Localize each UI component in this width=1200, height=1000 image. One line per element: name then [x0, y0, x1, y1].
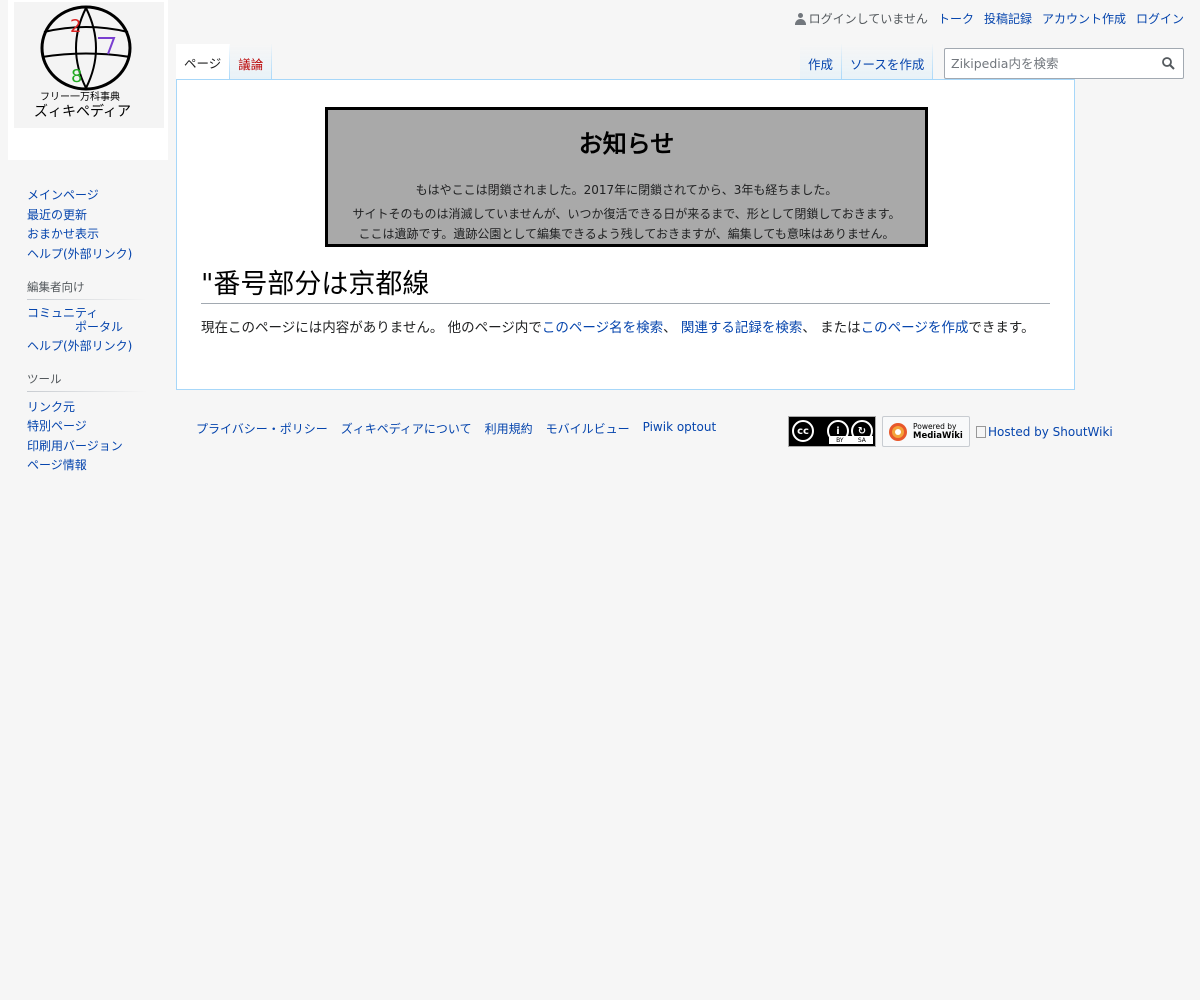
tab-create-source-label: ソースを作成: [850, 57, 925, 72]
footer-icons: cc i ↻ BY SA Powered by MediaWiki Hosted…: [788, 416, 1113, 447]
personal-tools: ログインしていません トーク 投稿記録 アカウント作成 ログイン: [794, 10, 1184, 27]
sidebar-navigation: メインページ 最近の更新 おまかせ表示 ヘルプ(外部リンク): [27, 186, 147, 264]
contributions-link[interactable]: 投稿記録: [984, 10, 1032, 27]
tab-talk[interactable]: 議論: [230, 44, 273, 80]
notice-box: お知らせ もはやここは閉鎖されました。2017年に閉鎖されてから、3年も経ちまし…: [325, 107, 928, 247]
body-text-1: 現在このページには内容がありません。 他のページ内で: [201, 320, 542, 336]
anon-label: ログインしていません: [808, 12, 928, 26]
sidebar-item-recent-changes[interactable]: 最近の更新: [27, 208, 87, 222]
sidebar-item-help[interactable]: ヘルプ(外部リンク): [27, 247, 132, 261]
talk-link[interactable]: トーク: [938, 10, 974, 27]
logo-subtitle-large: ズィキペディア: [34, 103, 131, 120]
content-area: お知らせ もはやここは閉鎖されました。2017年に閉鎖されてから、3年も経ちまし…: [176, 79, 1075, 390]
sidebar-editors-heading: 編集者向け: [27, 278, 147, 300]
sidebar-tools: ツール リンク元 特別ページ 印刷用バージョン ページ情報: [27, 370, 147, 476]
mediawiki-line2: MediaWiki: [913, 431, 963, 441]
no-content-message: 現在このページには内容がありません。 他のページ内でこのページ名を検索、 関連す…: [201, 317, 1050, 339]
namespace-tabs: ページ 議論: [176, 44, 273, 80]
footer-mobile-view-link[interactable]: モバイルビュー: [546, 420, 630, 437]
sidebar-item-random[interactable]: おまかせ表示: [27, 227, 99, 241]
sidebar-item-help-external[interactable]: ヘルプ(外部リンク): [27, 339, 132, 353]
tab-create-label: 作成: [808, 57, 834, 72]
sidebar-item-page-info[interactable]: ページ情報: [27, 458, 87, 472]
sidebar-item-main-page[interactable]: メインページ: [27, 188, 99, 202]
hosted-label: Hosted by ShoutWiki: [988, 424, 1113, 439]
footer-piwik-optout-link[interactable]: Piwik optout: [643, 420, 717, 437]
page-title: "番号部分は京都線: [201, 262, 1050, 304]
sidebar-editors: 編集者向け コミュニティ ポータル ヘルプ(外部リンク): [27, 278, 147, 356]
create-page-link[interactable]: このページを作成: [861, 320, 969, 336]
sidebar-tools-heading: ツール: [27, 370, 147, 392]
search-box: [944, 48, 1184, 79]
cc-by-label: BY: [836, 436, 844, 444]
logo-subtitle-small: フリー一万科事典: [40, 90, 120, 103]
body-text-3: 、 または: [802, 320, 861, 336]
notice-line-2: サイトそのものは消滅していませんが、いつか復活できる日が来るまで、形として閉鎖し…: [352, 207, 901, 221]
mediawiki-flower-icon: [889, 422, 907, 441]
portal-label: ポータル: [75, 319, 124, 334]
sidebar-item-what-links-here[interactable]: リンク元: [27, 400, 75, 414]
mediawiki-line1: Powered by: [913, 422, 957, 431]
cc-sa-label: SA: [857, 436, 866, 444]
view-tabs: 作成 ソースを作成: [800, 44, 934, 80]
tab-create-source[interactable]: ソースを作成: [842, 44, 934, 80]
hosted-by-shoutwiki-link[interactable]: Hosted by ShoutWiki: [976, 425, 1113, 439]
create-account-link[interactable]: アカウント作成: [1042, 10, 1126, 27]
body-text-4: できます。: [968, 320, 1035, 336]
powered-by-mediawiki-badge[interactable]: Powered by MediaWiki: [882, 416, 970, 447]
search-page-name-link[interactable]: このページ名を検索: [542, 320, 663, 336]
footer-places: プライバシー・ポリシー ズィキペディアについて 利用規約 モバイルビュー Piw…: [196, 420, 716, 437]
logo-red-number: 2: [70, 16, 81, 37]
cc-by-sa-badge[interactable]: cc i ↻ BY SA: [788, 416, 876, 447]
sidebar-item-community-portal[interactable]: コミュニティ ポータル: [27, 306, 123, 334]
notice-line-1: もはやここは閉鎖されました。2017年に閉鎖されてから、3年も経ちました。: [415, 183, 838, 197]
footer-terms-link[interactable]: 利用規約: [485, 420, 533, 437]
notice-line-3: ここは遺跡です。遺跡公園として編集できるよう残しておきますが、編集しても意味はあ…: [358, 227, 895, 241]
search-logs-link[interactable]: 関連する記録を検索: [681, 320, 803, 336]
community-label: コミュニティ: [27, 305, 99, 320]
tab-page-label: ページ: [184, 56, 222, 71]
body-text-2: 、: [663, 320, 681, 336]
footer-about-link[interactable]: ズィキペディアについて: [341, 420, 472, 437]
tab-create[interactable]: 作成: [800, 44, 843, 80]
cc-bar: BY SA: [829, 436, 873, 444]
anon-status: ログインしていません: [794, 10, 928, 27]
broken-image-icon: [976, 425, 986, 438]
cc-icon: cc: [792, 420, 814, 442]
sidebar-item-special-pages[interactable]: 特別ページ: [27, 419, 87, 433]
logo-green-number: 8: [71, 66, 82, 87]
sidebar-item-printable[interactable]: 印刷用バージョン: [27, 439, 123, 453]
globe-logo-icon: 2 8 フリー一万科事典 ズィキペディア: [14, 2, 164, 128]
notice-title: お知らせ: [578, 130, 675, 158]
site-logo[interactable]: 2 8 フリー一万科事典 ズィキペディア: [8, 0, 168, 160]
user-icon: [794, 12, 806, 25]
search-input[interactable]: [945, 55, 1153, 72]
search-icon[interactable]: [1162, 57, 1175, 70]
sidebar: メインページ 最近の更新 おまかせ表示 ヘルプ(外部リンク) 編集者向け コミュ…: [27, 186, 147, 490]
login-link[interactable]: ログイン: [1136, 10, 1184, 27]
footer-privacy-link[interactable]: プライバシー・ポリシー: [196, 420, 328, 437]
mediawiki-text: Powered by MediaWiki: [913, 422, 963, 441]
tab-page[interactable]: ページ: [176, 44, 231, 80]
tab-talk-label: 議論: [238, 57, 264, 72]
